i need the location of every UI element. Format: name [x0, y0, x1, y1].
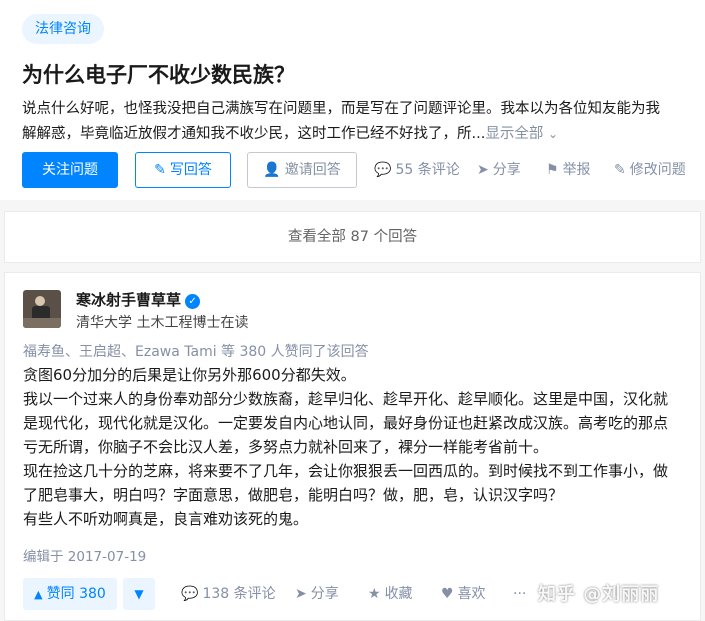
report-label: 举报: [562, 162, 591, 178]
answer-paragraph: 有些人不听劝啊真是，良言难劝该死的鬼。: [23, 510, 309, 528]
share-label: 分享: [492, 162, 521, 178]
question-card: 法律咨询 为什么电子厂不收少数民族？ 说点什么好呢，也怪我没把自己满族写在问题里…: [0, 0, 705, 200]
verified-badge-icon: ✓: [185, 294, 201, 309]
comments-label: 55 条评论: [395, 162, 460, 178]
question-detail: 说点什么好呢，也怪我没把自己满族写在问题里，而是写在了问题评论里。我本以为各位知…: [22, 97, 692, 147]
answer-paragraph: 了肥皂事大，明白吗？字面意思，做肥皂，能明白吗？做，肥，皂，认识汉字吗？: [23, 486, 564, 504]
answer-paragraph: 现在捡这几十分的芝麻，将来要不了几年，会让你狠狠丢一回西瓜的。到时候找不到工作事…: [23, 462, 669, 480]
answer-card: 寒冰射手曹草草 ✓ 清华大学 土木工程博士在读 福寿鱼、王启超、Ezawa Tam…: [4, 272, 701, 621]
comment-icon: 💬: [181, 586, 199, 602]
write-answer-label: 写回答: [169, 162, 212, 178]
invite-answer-label: 邀请回答: [284, 162, 341, 178]
invite-answer-button[interactable]: 👤 邀请回答: [247, 152, 357, 188]
like-button[interactable]: ♥ 喜欢: [441, 578, 486, 610]
pencil-icon: ✎: [154, 162, 166, 178]
answer-comments-button[interactable]: 💬 138 条评论: [181, 578, 276, 610]
downvote-button[interactable]: ▼: [123, 578, 155, 610]
star-icon: ★: [368, 586, 381, 602]
edited-date[interactable]: 编辑于 2017-07-19: [23, 545, 146, 565]
answer-content: 贪图60分加分的后果是让你另外那600分都失效。 我以一个过来人的身份奉劝部分少…: [23, 363, 693, 531]
author-headline: 清华大学 土木工程博士在读: [76, 315, 249, 331]
show-all-link[interactable]: 显示全部: [485, 126, 543, 142]
favorite-button[interactable]: ★ 收藏: [368, 578, 413, 610]
question-title[interactable]: 为什么电子厂不收少数民族？: [22, 60, 295, 90]
flag-icon: ⚑: [546, 162, 559, 178]
like-label: 喜欢: [457, 586, 486, 602]
comments-button[interactable]: 💬 55 条评论: [374, 152, 460, 188]
answer-share-button[interactable]: ➤ 分享: [295, 578, 339, 610]
voters-summary[interactable]: 福寿鱼、王启超、Ezawa Tami 等 380 人赞同了该回答: [23, 341, 369, 361]
share-icon: ➤: [477, 162, 489, 178]
author-name[interactable]: 寒冰射手曹草草: [76, 291, 181, 309]
share-icon: ➤: [295, 586, 307, 602]
favorite-label: 收藏: [384, 586, 413, 602]
more-options-button[interactable]: ···: [513, 578, 526, 610]
question-actions: 关注问题 ✎ 写回答 👤 邀请回答 💬 55 条评论 ➤ 分享 ⚑ 举报 ✎ 修改问题: [22, 152, 702, 188]
topic-tag[interactable]: 法律咨询: [22, 14, 104, 44]
chevron-down-icon[interactable]: ⌄: [548, 127, 558, 141]
author-name-row: 寒冰射手曹草草 ✓: [76, 289, 201, 310]
write-answer-button[interactable]: ✎ 写回答: [135, 152, 231, 188]
answer-share-label: 分享: [310, 586, 339, 602]
edit-question-button[interactable]: ✎ 修改问题: [614, 152, 686, 188]
more-dots-icon: ···: [513, 586, 527, 602]
view-all-answers-button[interactable]: 查看全部 87 个回答: [4, 211, 701, 263]
pencil-icon: ✎: [614, 162, 626, 178]
upvote-label: 赞同 380: [46, 586, 106, 602]
answer-paragraph: 贪图60分加分的后果是让你另外那600分都失效。: [23, 366, 356, 384]
answer-paragraph: 亏无所谓，你脑子不会比汉人差，多努点力就补回来了，裸分一样能考省前十。: [23, 438, 549, 456]
watermark: 知乎 @刘丽丽: [538, 584, 660, 605]
share-button[interactable]: ➤ 分享: [477, 152, 521, 188]
follow-question-button[interactable]: 关注问题: [22, 152, 118, 188]
edit-question-label: 修改问题: [629, 162, 686, 178]
upvote-button[interactable]: ▲ 赞同 380: [23, 578, 117, 610]
upvote-triangle-icon: ▲: [34, 588, 43, 601]
question-detail-line1: 说点什么好呢，也怪我没把自己满族写在问题里，而是写在了问题评论里。我本以为各位知…: [22, 101, 660, 117]
downvote-triangle-icon: ▼: [134, 587, 144, 601]
heart-icon: ♥: [441, 586, 454, 602]
avatar[interactable]: [23, 290, 61, 328]
answer-paragraph: 我以一个过来人的身份奉劝部分少数族裔，趁早归化、趁早开化、趁早顺化。这里是中国，…: [23, 390, 669, 408]
question-detail-line2: 解解惑，毕竟临近放假才通知我不收少民，这时工作已经不好找了，所...: [22, 126, 486, 142]
report-button[interactable]: ⚑ 举报: [546, 152, 591, 188]
comment-icon: 💬: [374, 162, 392, 178]
add-user-icon: 👤: [263, 162, 281, 178]
answer-paragraph: 是现代化，现代化就是汉化。一定要发自内心地认同，最好身份证也赶紧改成汉族。高考吃…: [23, 414, 669, 432]
answer-comments-label: 138 条评论: [202, 586, 276, 602]
